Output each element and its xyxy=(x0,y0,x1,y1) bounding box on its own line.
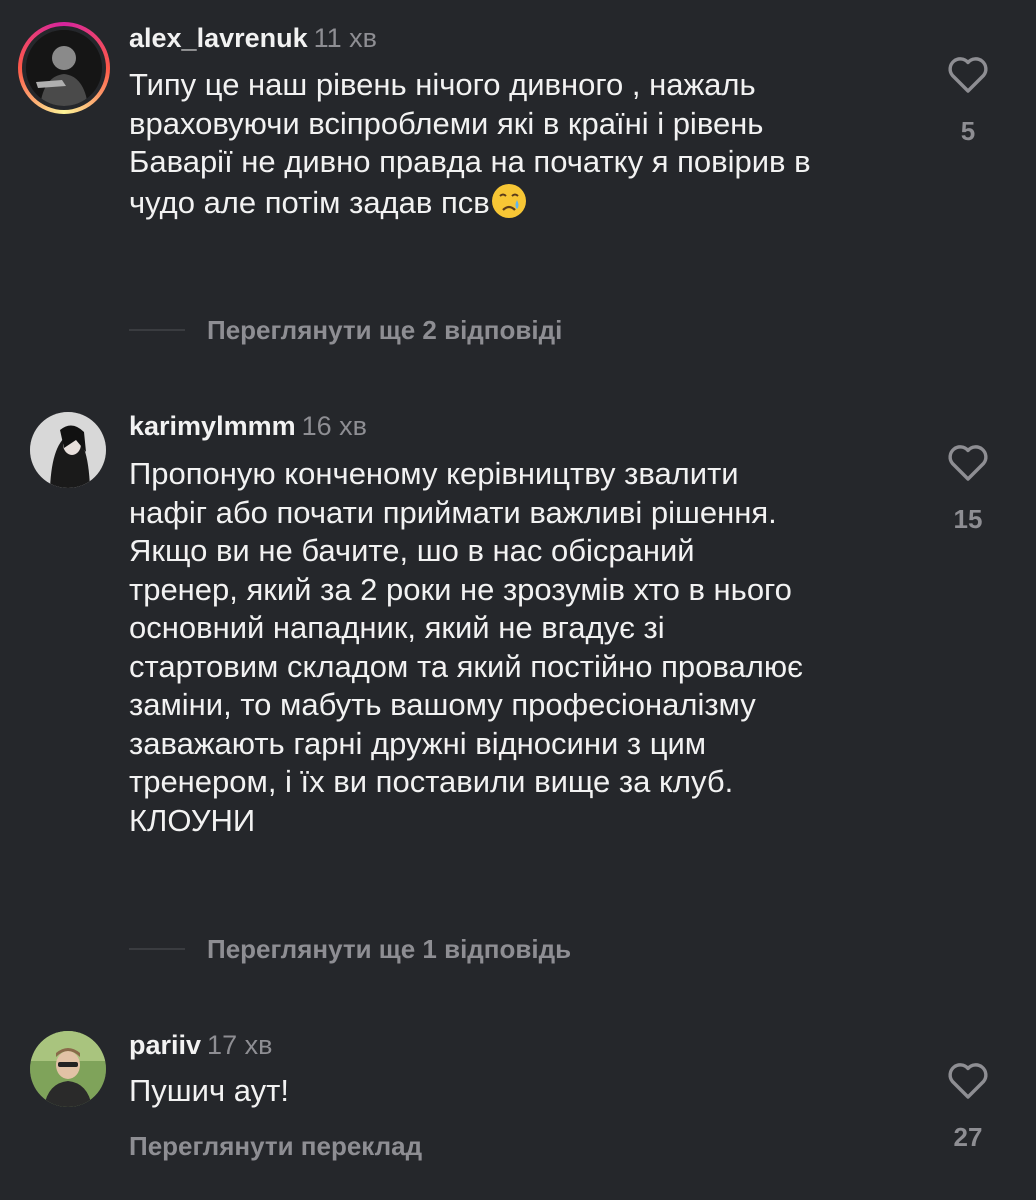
like-button[interactable] xyxy=(945,56,991,94)
comment-timestamp: 16 хв xyxy=(301,411,367,441)
heart-outline-icon xyxy=(948,57,988,93)
heart-outline-icon xyxy=(948,1063,988,1099)
view-replies-button[interactable]: Переглянути ще 2 відповіді xyxy=(129,310,562,350)
comment-username[interactable]: pariiv xyxy=(129,1030,201,1060)
comment-username[interactable]: alex_lavrenuk xyxy=(129,23,308,53)
avatar[interactable] xyxy=(30,412,106,488)
like-button[interactable] xyxy=(945,444,991,482)
comment-text: Пушич аут! xyxy=(129,1073,289,1108)
comment-text: Типу це наш рівень нічого дивного , нажа… xyxy=(129,67,811,220)
avatar[interactable] xyxy=(30,1031,106,1107)
crying-face-icon xyxy=(490,182,528,220)
view-translation-button[interactable]: Переглянути переклад xyxy=(129,1131,422,1162)
avatar xyxy=(26,30,102,106)
view-replies-label: Переглянути ще 1 відповідь xyxy=(207,933,572,964)
view-replies-label: Переглянути ще 2 відповіді xyxy=(207,314,563,345)
comment-timestamp: 11 хв xyxy=(313,23,377,53)
heart-outline-icon xyxy=(948,445,988,481)
like-count: 27 xyxy=(953,1122,983,1152)
comment-username[interactable]: karimylmmm xyxy=(129,411,296,441)
like-count: 15 xyxy=(953,504,983,534)
comment-text: Пропоную конченому керівництву звалити н… xyxy=(129,456,803,838)
comment-timestamp: 17 хв xyxy=(207,1030,273,1060)
view-replies-button[interactable]: Переглянути ще 1 відповідь xyxy=(129,929,571,969)
avatar-story-ring[interactable] xyxy=(18,22,110,114)
like-count: 5 xyxy=(960,116,976,146)
like-button[interactable] xyxy=(945,1062,991,1100)
